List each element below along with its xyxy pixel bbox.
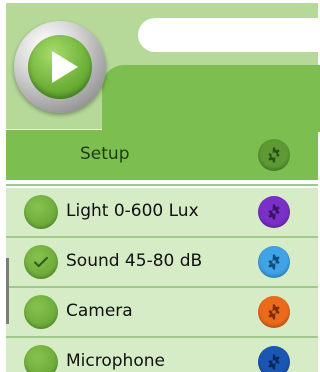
microphone-settings-button[interactable] <box>258 346 290 372</box>
sensor-row-light[interactable]: Light 0-600 Lux <box>6 188 318 236</box>
gear-icon <box>268 354 280 370</box>
divider <box>6 184 318 186</box>
camera-settings-button[interactable] <box>258 296 290 328</box>
gear-icon <box>268 254 280 270</box>
sensor-row-sound[interactable]: Sound 45-80 dB <box>6 238 318 286</box>
gear-icon <box>268 304 280 320</box>
header-accent <box>102 65 320 132</box>
camera-toggle[interactable] <box>24 295 58 329</box>
play-icon <box>52 51 78 83</box>
gear-icon <box>268 147 280 163</box>
light-toggle[interactable] <box>24 195 58 229</box>
camera-label: Camera <box>66 301 133 321</box>
setup-settings-button[interactable] <box>258 139 290 171</box>
microphone-label: Microphone <box>66 351 165 371</box>
play-button[interactable] <box>14 21 106 113</box>
sensor-row-camera[interactable]: Camera <box>6 288 318 336</box>
sound-toggle[interactable] <box>24 245 58 279</box>
light-settings-button[interactable] <box>258 196 290 228</box>
gear-icon <box>268 204 280 220</box>
search-input[interactable] <box>138 18 320 52</box>
play-button-face <box>28 35 92 99</box>
app-window: Setup Light 0-600 Lux Sound 45-80 dB Cam… <box>0 0 320 372</box>
setup-header: Setup <box>6 130 318 180</box>
sensor-row-microphone[interactable]: Microphone <box>6 338 318 372</box>
setup-title: Setup <box>80 144 130 164</box>
sound-label: Sound 45-80 dB <box>66 251 203 271</box>
scrollbar-thumb[interactable] <box>6 258 9 324</box>
light-label: Light 0-600 Lux <box>66 201 199 221</box>
microphone-toggle[interactable] <box>24 345 58 372</box>
checkmark-icon <box>34 256 48 268</box>
sound-settings-button[interactable] <box>258 246 290 278</box>
